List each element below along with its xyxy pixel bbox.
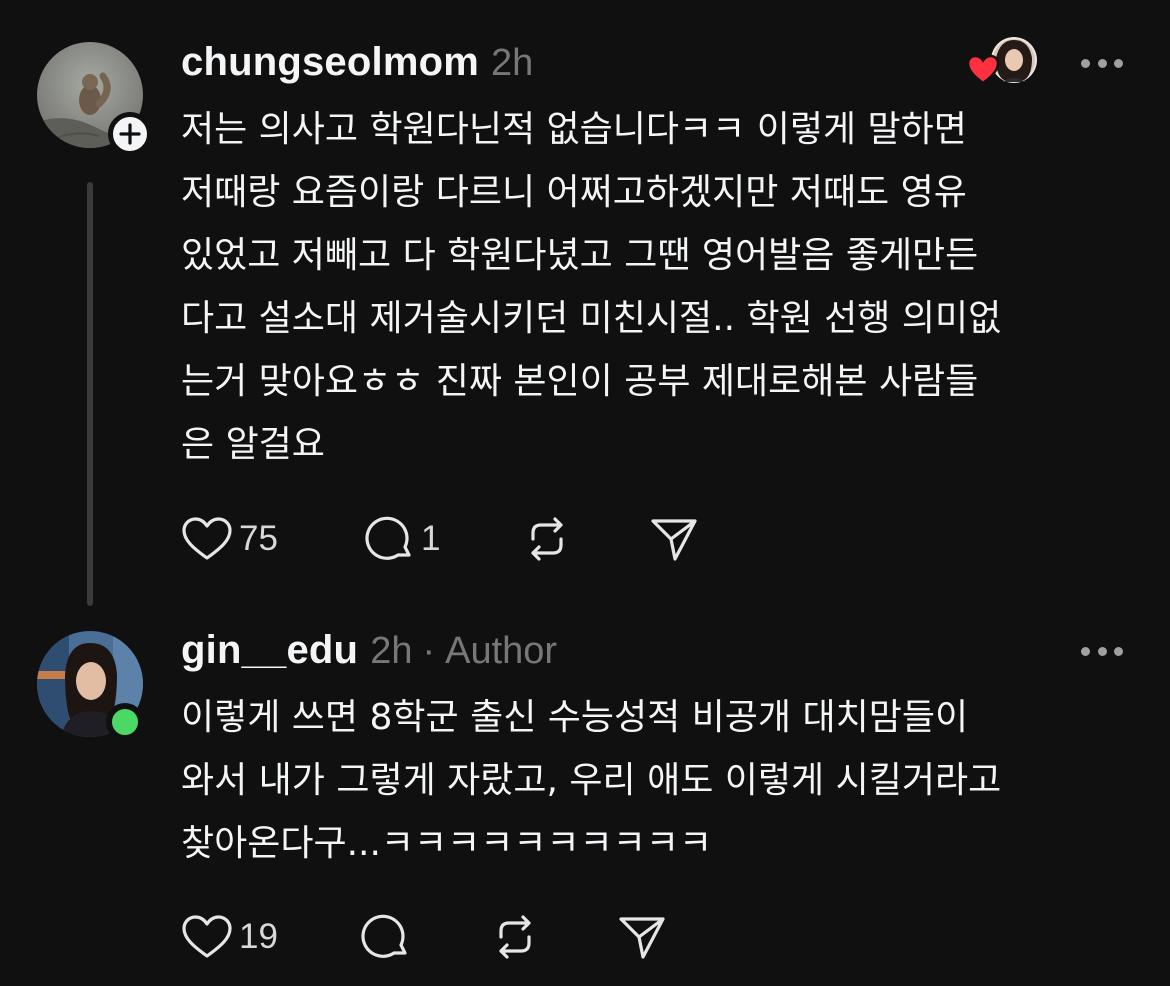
more-button[interactable] (1081, 645, 1123, 657)
more-icon (1081, 58, 1090, 68)
repost-button[interactable] (521, 514, 573, 564)
liked-by-author-indicator (966, 36, 1040, 88)
online-status-icon (106, 703, 144, 741)
share-icon (619, 917, 665, 959)
share-button[interactable] (617, 912, 667, 962)
reply-line: 이렇게 쓰면 8학군 출신 수능성적 비공개 대치맘들이 (181, 697, 969, 738)
meta-separator: · (422, 630, 436, 672)
follow-plus-icon (119, 123, 141, 145)
follow-button[interactable] (108, 112, 152, 156)
post-line: 저때랑 요즘이랑 다르니 어쩌고하겠지만 저때도 영유 (181, 172, 967, 213)
reply-button[interactable] (361, 912, 411, 962)
like-count: 19 (239, 917, 278, 956)
reply-count: 1 (421, 519, 441, 558)
repost-button[interactable] (489, 912, 541, 962)
like-button[interactable]: 75 (181, 514, 278, 564)
heart-icon (182, 915, 232, 958)
thread-line (87, 182, 93, 606)
reply-button[interactable]: 1 (365, 514, 440, 564)
post-line: 다고 설소대 제거술시키던 미친시절.. 학원 선행 의미없 (181, 298, 1002, 339)
timestamp: 2h (491, 42, 534, 84)
reply-line: 와서 내가 그렇게 자랐고, 우리 애도 이렇게 시킬거라고 (181, 760, 1002, 801)
share-button[interactable] (649, 514, 699, 564)
repost-icon (499, 915, 531, 959)
timestamp: 2h (370, 630, 413, 672)
like-button[interactable]: 19 (181, 912, 278, 962)
comment-icon (365, 516, 411, 560)
more-icon (1081, 646, 1090, 656)
share-icon (651, 519, 697, 561)
post-body: 저는 의사고 학원다닌적 없습니다ㅋㅋ 이렇게 말하면 저때랑 요즘이랑 다르니… (181, 98, 1141, 476)
post-header: chungseolmom 2h (181, 40, 533, 90)
post-line: 저는 의사고 학원다닌적 없습니다ㅋㅋ 이렇게 말하면 (181, 109, 967, 150)
reply-body: 이렇게 쓰면 8학군 출신 수능성적 비공개 대치맘들이 와서 내가 그렇게 자… (181, 686, 1141, 875)
more-button[interactable] (1081, 57, 1123, 69)
reply-header: gin__edu 2h · Author (181, 628, 557, 678)
liked-by-heart-icon (966, 54, 1000, 85)
repost-icon (531, 517, 563, 561)
reply-line: 찾아온다구...ㅋㅋㅋㅋㅋㅋㅋㅋㅋㅋ (181, 823, 713, 864)
author-label: Author (445, 630, 558, 672)
heart-icon (182, 517, 232, 560)
username[interactable]: chungseolmom (181, 40, 479, 85)
post-line: 있었고 저빼고 다 학원다녔고 그땐 영어발음 좋게만든 (181, 235, 979, 276)
comment-icon (361, 914, 407, 958)
like-count: 75 (239, 519, 278, 558)
username[interactable]: gin__edu (181, 628, 358, 673)
post-line: 은 알걸요 (181, 424, 325, 465)
post-line: 는거 맞아요ㅎㅎ 진짜 본인이 공부 제대로해본 사람들 (181, 361, 979, 402)
